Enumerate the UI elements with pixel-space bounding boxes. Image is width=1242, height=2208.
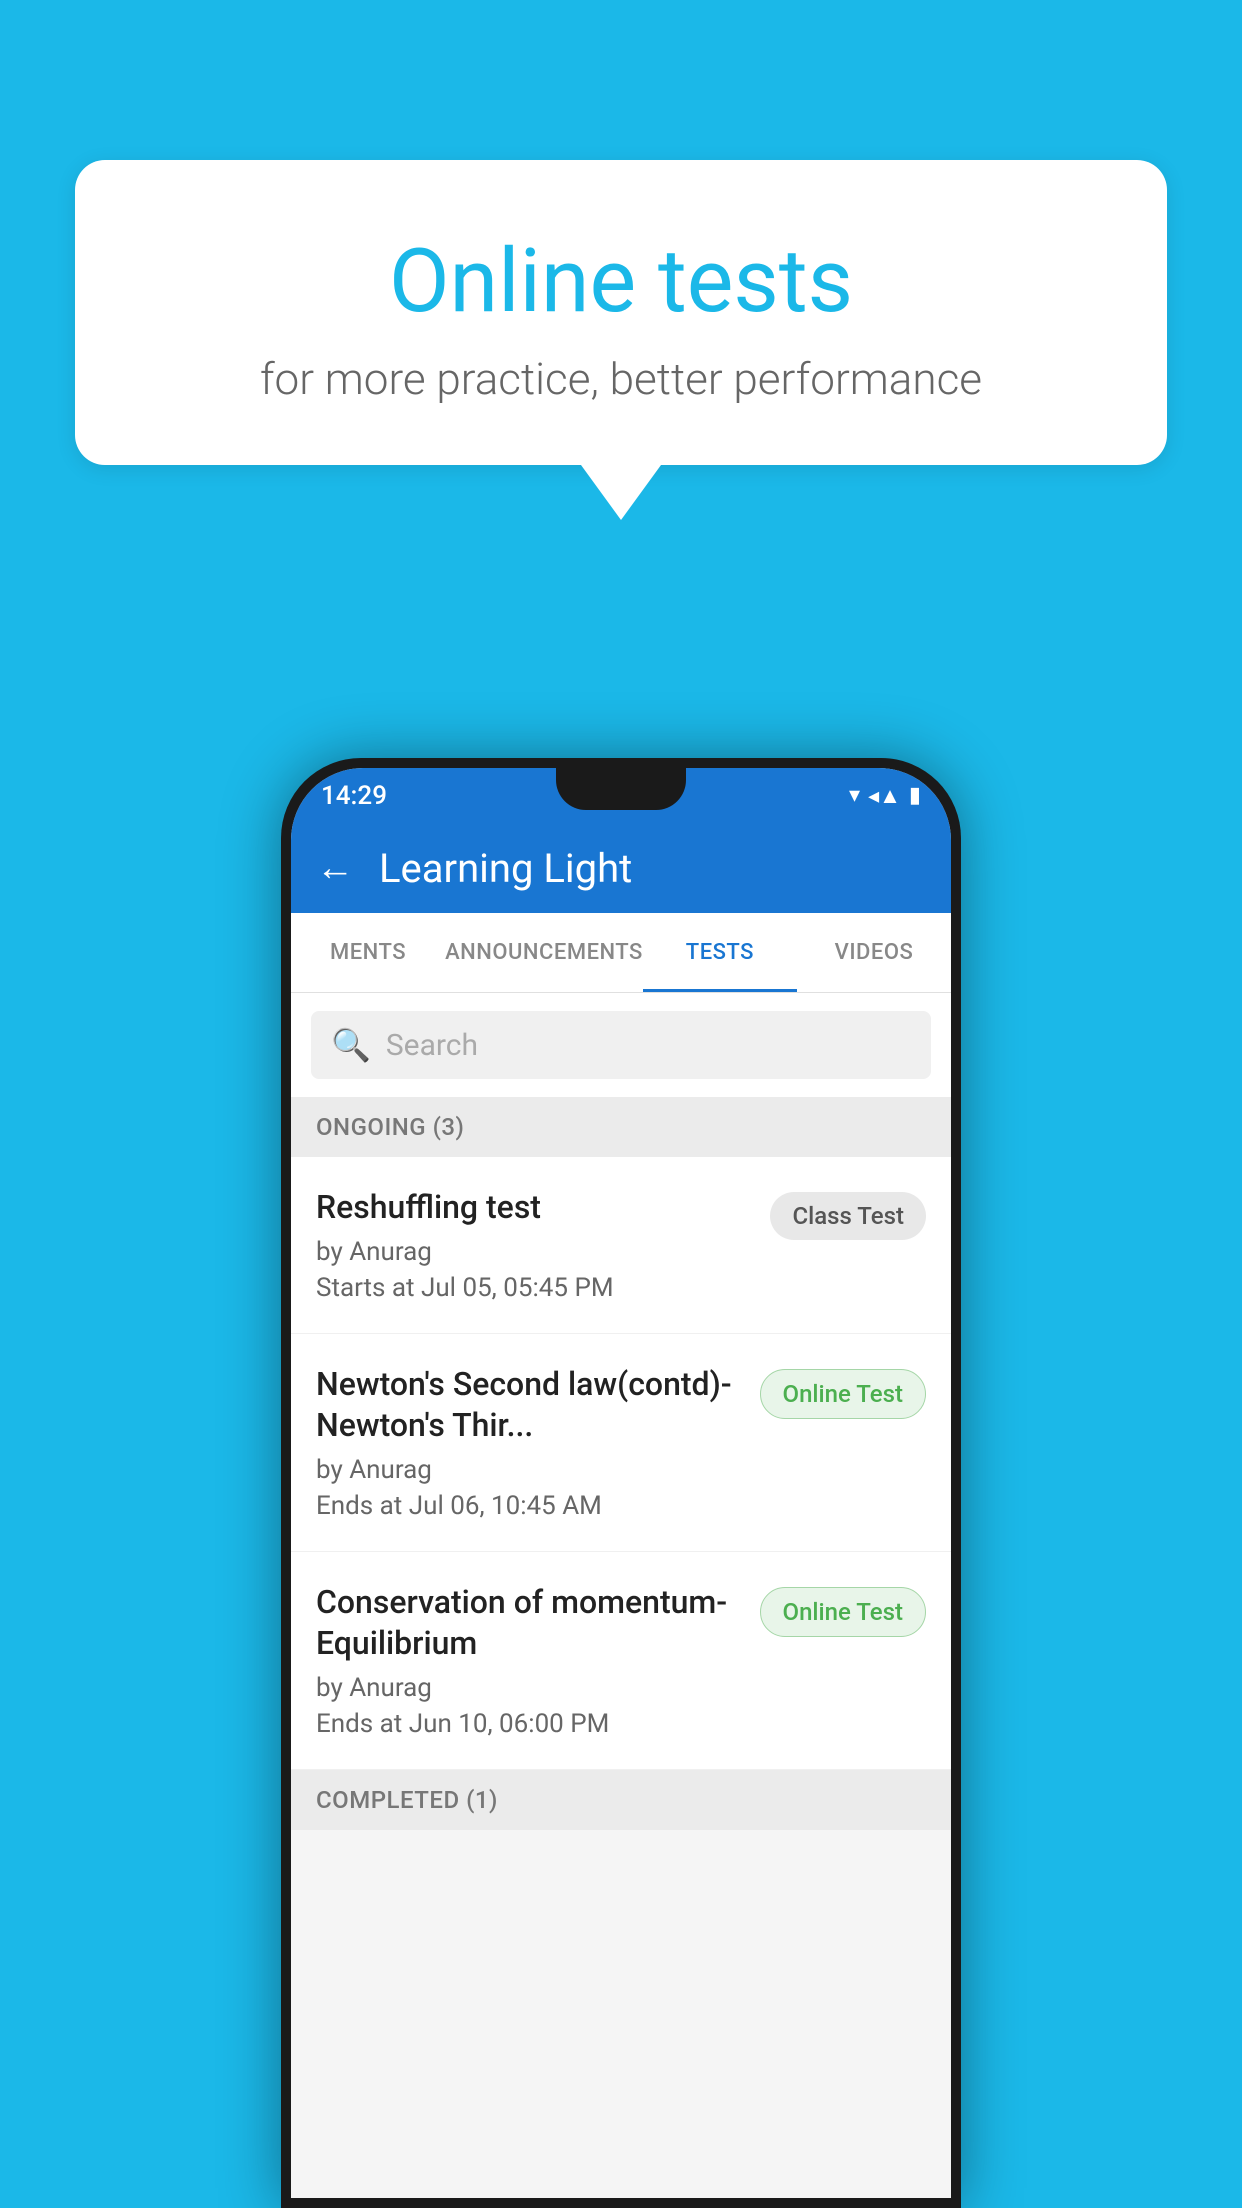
- signal-icon: ◂▲: [868, 783, 901, 809]
- test-badge-3: Online Test: [760, 1587, 926, 1637]
- search-placeholder: Search: [386, 1028, 478, 1063]
- tab-tests[interactable]: TESTS: [643, 913, 797, 992]
- test-author-1: by Anurag: [316, 1237, 755, 1267]
- ongoing-section-header: ONGOING (3): [291, 1097, 951, 1157]
- phone-notch: [556, 768, 686, 810]
- test-info-3: Conservation of momentum-Equilibrium by …: [316, 1582, 760, 1739]
- search-icon: 🔍: [331, 1026, 371, 1064]
- test-list: Reshuffling test by Anurag Starts at Jul…: [291, 1157, 951, 1770]
- phone-inner: 14:29 ▾ ◂▲ ▮ ← Learning Light MENTS ANNO…: [291, 768, 951, 2198]
- back-button[interactable]: ←: [316, 846, 354, 890]
- app-title: Learning Light: [379, 845, 632, 892]
- test-time-1: Starts at Jul 05, 05:45 PM: [316, 1273, 755, 1303]
- speech-bubble-subtitle: for more practice, better performance: [155, 353, 1087, 405]
- test-badge-1: Class Test: [770, 1192, 926, 1240]
- tab-videos[interactable]: VIDEOS: [797, 913, 951, 992]
- speech-bubble-title: Online tests: [155, 230, 1087, 333]
- test-author-3: by Anurag: [316, 1673, 745, 1703]
- test-item-2[interactable]: Newton's Second law(contd)-Newton's Thir…: [291, 1334, 951, 1552]
- test-time-3: Ends at Jun 10, 06:00 PM: [316, 1709, 745, 1739]
- test-item-1[interactable]: Reshuffling test by Anurag Starts at Jul…: [291, 1157, 951, 1334]
- test-name-1: Reshuffling test: [316, 1187, 755, 1229]
- test-time-2: Ends at Jul 06, 10:45 AM: [316, 1491, 745, 1521]
- phone-frame: 14:29 ▾ ◂▲ ▮ ← Learning Light MENTS ANNO…: [281, 758, 961, 2208]
- tab-assignments[interactable]: MENTS: [291, 913, 445, 992]
- app-header: ← Learning Light: [291, 823, 951, 913]
- ongoing-section-title: ONGOING (3): [316, 1113, 464, 1141]
- speech-bubble-container: Online tests for more practice, better p…: [75, 160, 1167, 520]
- test-info-2: Newton's Second law(contd)-Newton's Thir…: [316, 1364, 760, 1521]
- speech-bubble: Online tests for more practice, better p…: [75, 160, 1167, 465]
- search-bar[interactable]: 🔍 Search: [311, 1011, 931, 1079]
- tab-bar: MENTS ANNOUNCEMENTS TESTS VIDEOS: [291, 913, 951, 993]
- test-info-1: Reshuffling test by Anurag Starts at Jul…: [316, 1187, 770, 1303]
- tab-announcements[interactable]: ANNOUNCEMENTS: [445, 913, 643, 992]
- test-badge-2: Online Test: [760, 1369, 926, 1419]
- speech-bubble-arrow: [581, 465, 661, 520]
- search-container: 🔍 Search: [291, 993, 951, 1097]
- test-author-2: by Anurag: [316, 1455, 745, 1485]
- test-name-2: Newton's Second law(contd)-Newton's Thir…: [316, 1364, 745, 1447]
- battery-icon: ▮: [909, 783, 921, 808]
- test-item-3[interactable]: Conservation of momentum-Equilibrium by …: [291, 1552, 951, 1770]
- completed-section-title: COMPLETED (1): [316, 1786, 498, 1814]
- test-name-3: Conservation of momentum-Equilibrium: [316, 1582, 745, 1665]
- wifi-icon: ▾: [849, 783, 860, 808]
- status-time: 14:29: [321, 781, 387, 811]
- status-icons: ▾ ◂▲ ▮: [849, 783, 921, 809]
- completed-section-header: COMPLETED (1): [291, 1770, 951, 1830]
